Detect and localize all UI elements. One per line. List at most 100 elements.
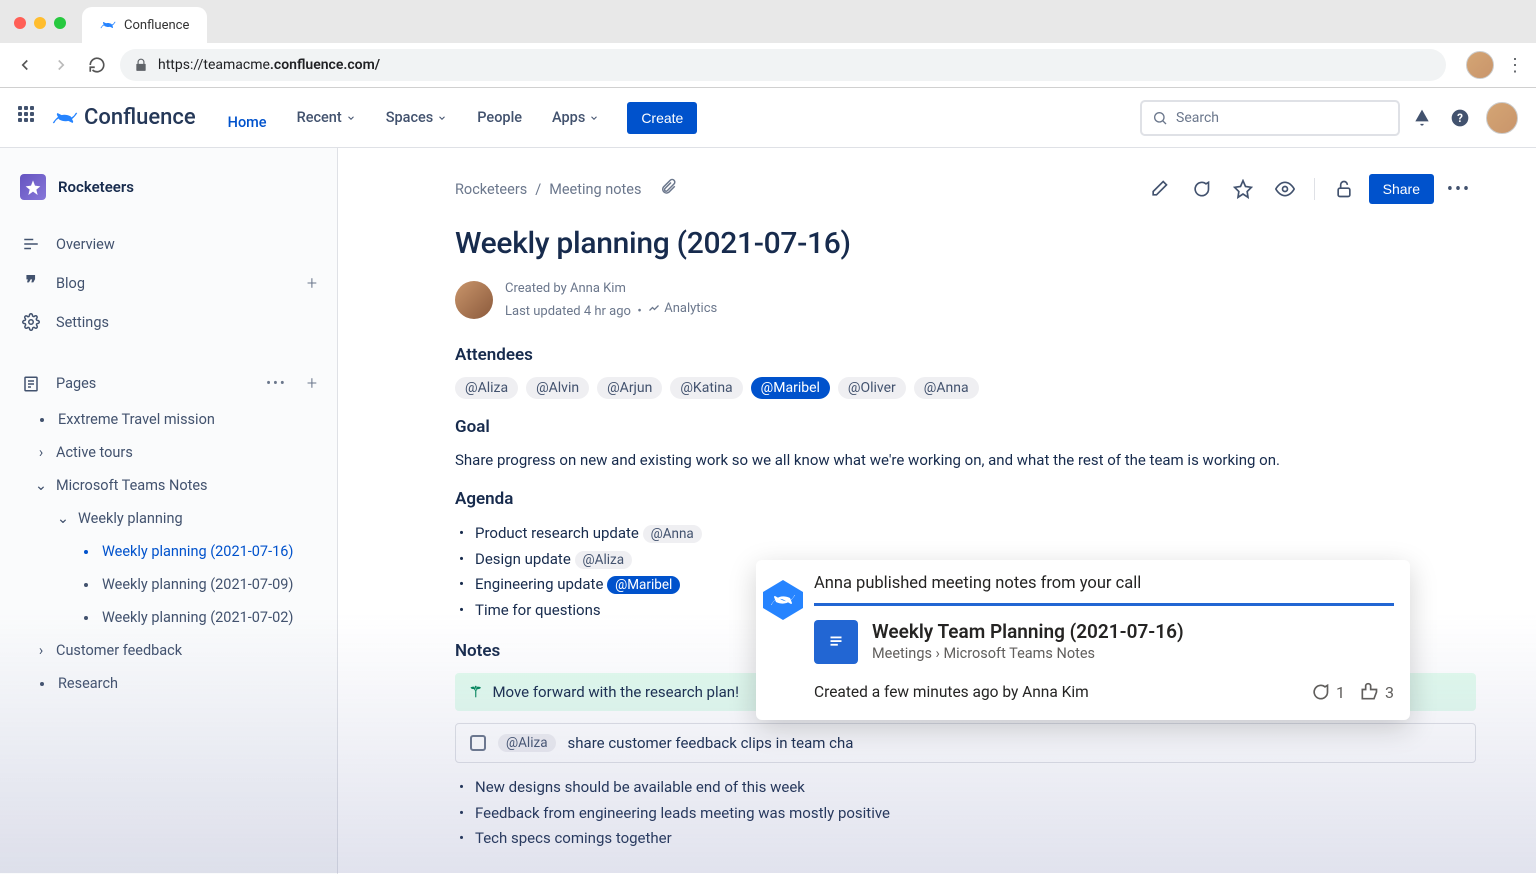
tree-item-weekly-planning[interactable]: ⌄Weekly planning: [8, 502, 329, 535]
forward-button[interactable]: [48, 52, 74, 78]
task-text: share customer feedback clips in team ch…: [568, 734, 854, 752]
nav-spaces[interactable]: Spaces: [374, 101, 460, 134]
breadcrumb-parent[interactable]: Meeting notes: [549, 181, 641, 198]
confluence-app-icon: [756, 560, 810, 720]
maximize-window-button[interactable]: [54, 17, 66, 29]
notes-bullet: Tech specs comings together: [475, 826, 1476, 852]
space-name: Rocketeers: [58, 178, 134, 196]
space-header[interactable]: Rocketeers: [8, 166, 329, 208]
svg-text:?: ?: [1457, 111, 1463, 125]
task-item[interactable]: @Aliza share customer feedback clips in …: [455, 723, 1476, 763]
window-controls: [14, 17, 66, 43]
watch-button[interactable]: [1268, 172, 1302, 206]
nav-home[interactable]: Home: [216, 106, 279, 152]
notes-bullets: New designs should be available end of t…: [455, 775, 1476, 852]
nav-people[interactable]: People: [465, 101, 534, 134]
minimize-window-button[interactable]: [34, 17, 46, 29]
restrictions-button[interactable]: [1327, 172, 1361, 206]
browser-profile-avatar[interactable]: [1466, 51, 1494, 79]
sidebar-overview[interactable]: Overview: [8, 226, 329, 262]
tree-item-teams-notes[interactable]: ⌄Microsoft Teams Notes: [8, 469, 329, 502]
mention-chip[interactable]: @Alvin: [526, 377, 589, 399]
confluence-icon: [52, 105, 78, 131]
byline-meta: Last updated 4 hr ago • Analytics: [505, 299, 717, 321]
chevron-down-icon: ⌄: [56, 510, 70, 527]
sidebar-pages[interactable]: Pages ••• +: [8, 364, 329, 403]
tree-item-wp3[interactable]: Weekly planning (2021-07-02): [8, 601, 329, 634]
popup-card[interactable]: Weekly Team Planning (2021-07-16) Meetin…: [814, 603, 1394, 702]
sidebar-blog[interactable]: ❞ Blog +: [8, 262, 329, 304]
mention-chip[interactable]: @Aliza: [455, 377, 518, 399]
gear-icon: [20, 313, 42, 331]
section-attendees: Attendees: [455, 345, 1476, 365]
browser-chrome: Confluence https://teamacme.confluence.c…: [0, 0, 1536, 88]
search-input[interactable]: Search: [1140, 100, 1400, 136]
mention-chip[interactable]: @Anna: [914, 377, 979, 399]
sidebar-settings[interactable]: Settings: [8, 304, 329, 340]
popup-title: Anna published meeting notes from your c…: [814, 574, 1394, 593]
overview-icon: [20, 235, 42, 253]
close-window-button[interactable]: [14, 17, 26, 29]
chevron-right-icon: ›: [34, 444, 48, 461]
url-input[interactable]: https://teamacme.confluence.com/: [120, 49, 1446, 81]
pages-more-button[interactable]: •••: [266, 375, 287, 392]
product-name: Confluence: [84, 105, 196, 130]
mention-chip[interactable]: @Maribel: [751, 377, 830, 399]
section-agenda: Agenda: [455, 489, 1476, 509]
search-placeholder: Search: [1176, 110, 1219, 126]
notes-bullet: New designs should be available end of t…: [475, 775, 1476, 801]
tree-item-active-tours[interactable]: ›Active tours: [8, 436, 329, 469]
popup-like-stat[interactable]: 3: [1359, 682, 1394, 702]
attachment-icon[interactable]: [659, 178, 677, 200]
chevron-down-icon: [346, 113, 356, 123]
add-blog-button[interactable]: +: [307, 273, 317, 294]
analytics-link[interactable]: Analytics: [648, 299, 717, 319]
star-button[interactable]: [1226, 172, 1260, 206]
mention-chip[interactable]: @Katina: [670, 377, 742, 399]
pages-icon: [20, 375, 42, 393]
nav-apps[interactable]: Apps: [540, 101, 611, 134]
page-title: Weekly planning (2021-07-16): [455, 226, 1476, 261]
tree-item-mission[interactable]: Exxtreme Travel mission: [8, 403, 329, 436]
more-actions-button[interactable]: •••: [1442, 172, 1476, 206]
confluence-logo[interactable]: Confluence: [52, 105, 196, 131]
mention-chip[interactable]: @Oliver: [838, 377, 906, 399]
byline: Created by Anna Kim Last updated 4 hr ag…: [455, 279, 1476, 321]
create-button[interactable]: Create: [627, 102, 697, 134]
mention-chip[interactable]: @Arjun: [597, 377, 662, 399]
author-avatar[interactable]: [455, 281, 493, 319]
tree-item-customer-feedback[interactable]: ›Customer feedback: [8, 634, 329, 667]
tab-bar: Confluence: [0, 0, 1536, 43]
browser-tab[interactable]: Confluence: [82, 7, 207, 43]
blog-icon: ❞: [20, 271, 42, 295]
breadcrumb-space[interactable]: Rocketeers: [455, 181, 527, 198]
edit-button[interactable]: [1142, 172, 1176, 206]
mention-chip[interactable]: @Anna: [643, 525, 702, 543]
tree-item-wp2[interactable]: Weekly planning (2021-07-09): [8, 568, 329, 601]
help-button[interactable]: ?: [1444, 102, 1476, 134]
nav-recent[interactable]: Recent: [285, 101, 368, 134]
tree-item-wp1[interactable]: Weekly planning (2021-07-16): [8, 535, 329, 568]
notifications-button[interactable]: [1406, 102, 1438, 134]
mention-chip[interactable]: @Aliza: [575, 551, 633, 569]
reload-button[interactable]: [84, 52, 110, 78]
teams-notification-popup[interactable]: Anna published meeting notes from your c…: [756, 560, 1410, 720]
browser-menu-button[interactable]: ⋮: [1506, 55, 1524, 76]
tree-item-research[interactable]: Research: [8, 667, 329, 700]
profile-avatar[interactable]: [1486, 102, 1518, 134]
popup-comment-stat[interactable]: 1: [1310, 682, 1345, 702]
mention-chip[interactable]: @Maribel: [607, 576, 680, 594]
comment-button[interactable]: [1184, 172, 1218, 206]
checkbox[interactable]: [470, 735, 486, 751]
add-page-button[interactable]: +: [307, 373, 317, 394]
created-by: Created by Anna Kim: [505, 279, 717, 299]
chevron-down-icon: ⌄: [34, 477, 48, 494]
task-mention[interactable]: @Aliza: [498, 734, 556, 752]
url-text: https://teamacme.confluence.com/: [158, 57, 380, 73]
chevron-down-icon: [437, 113, 447, 123]
share-button[interactable]: Share: [1369, 174, 1434, 204]
search-icon: [1152, 110, 1168, 126]
popup-doc-breadcrumb: Meetings › Microsoft Teams Notes: [872, 645, 1184, 662]
back-button[interactable]: [12, 52, 38, 78]
app-switcher-button[interactable]: [18, 106, 42, 130]
